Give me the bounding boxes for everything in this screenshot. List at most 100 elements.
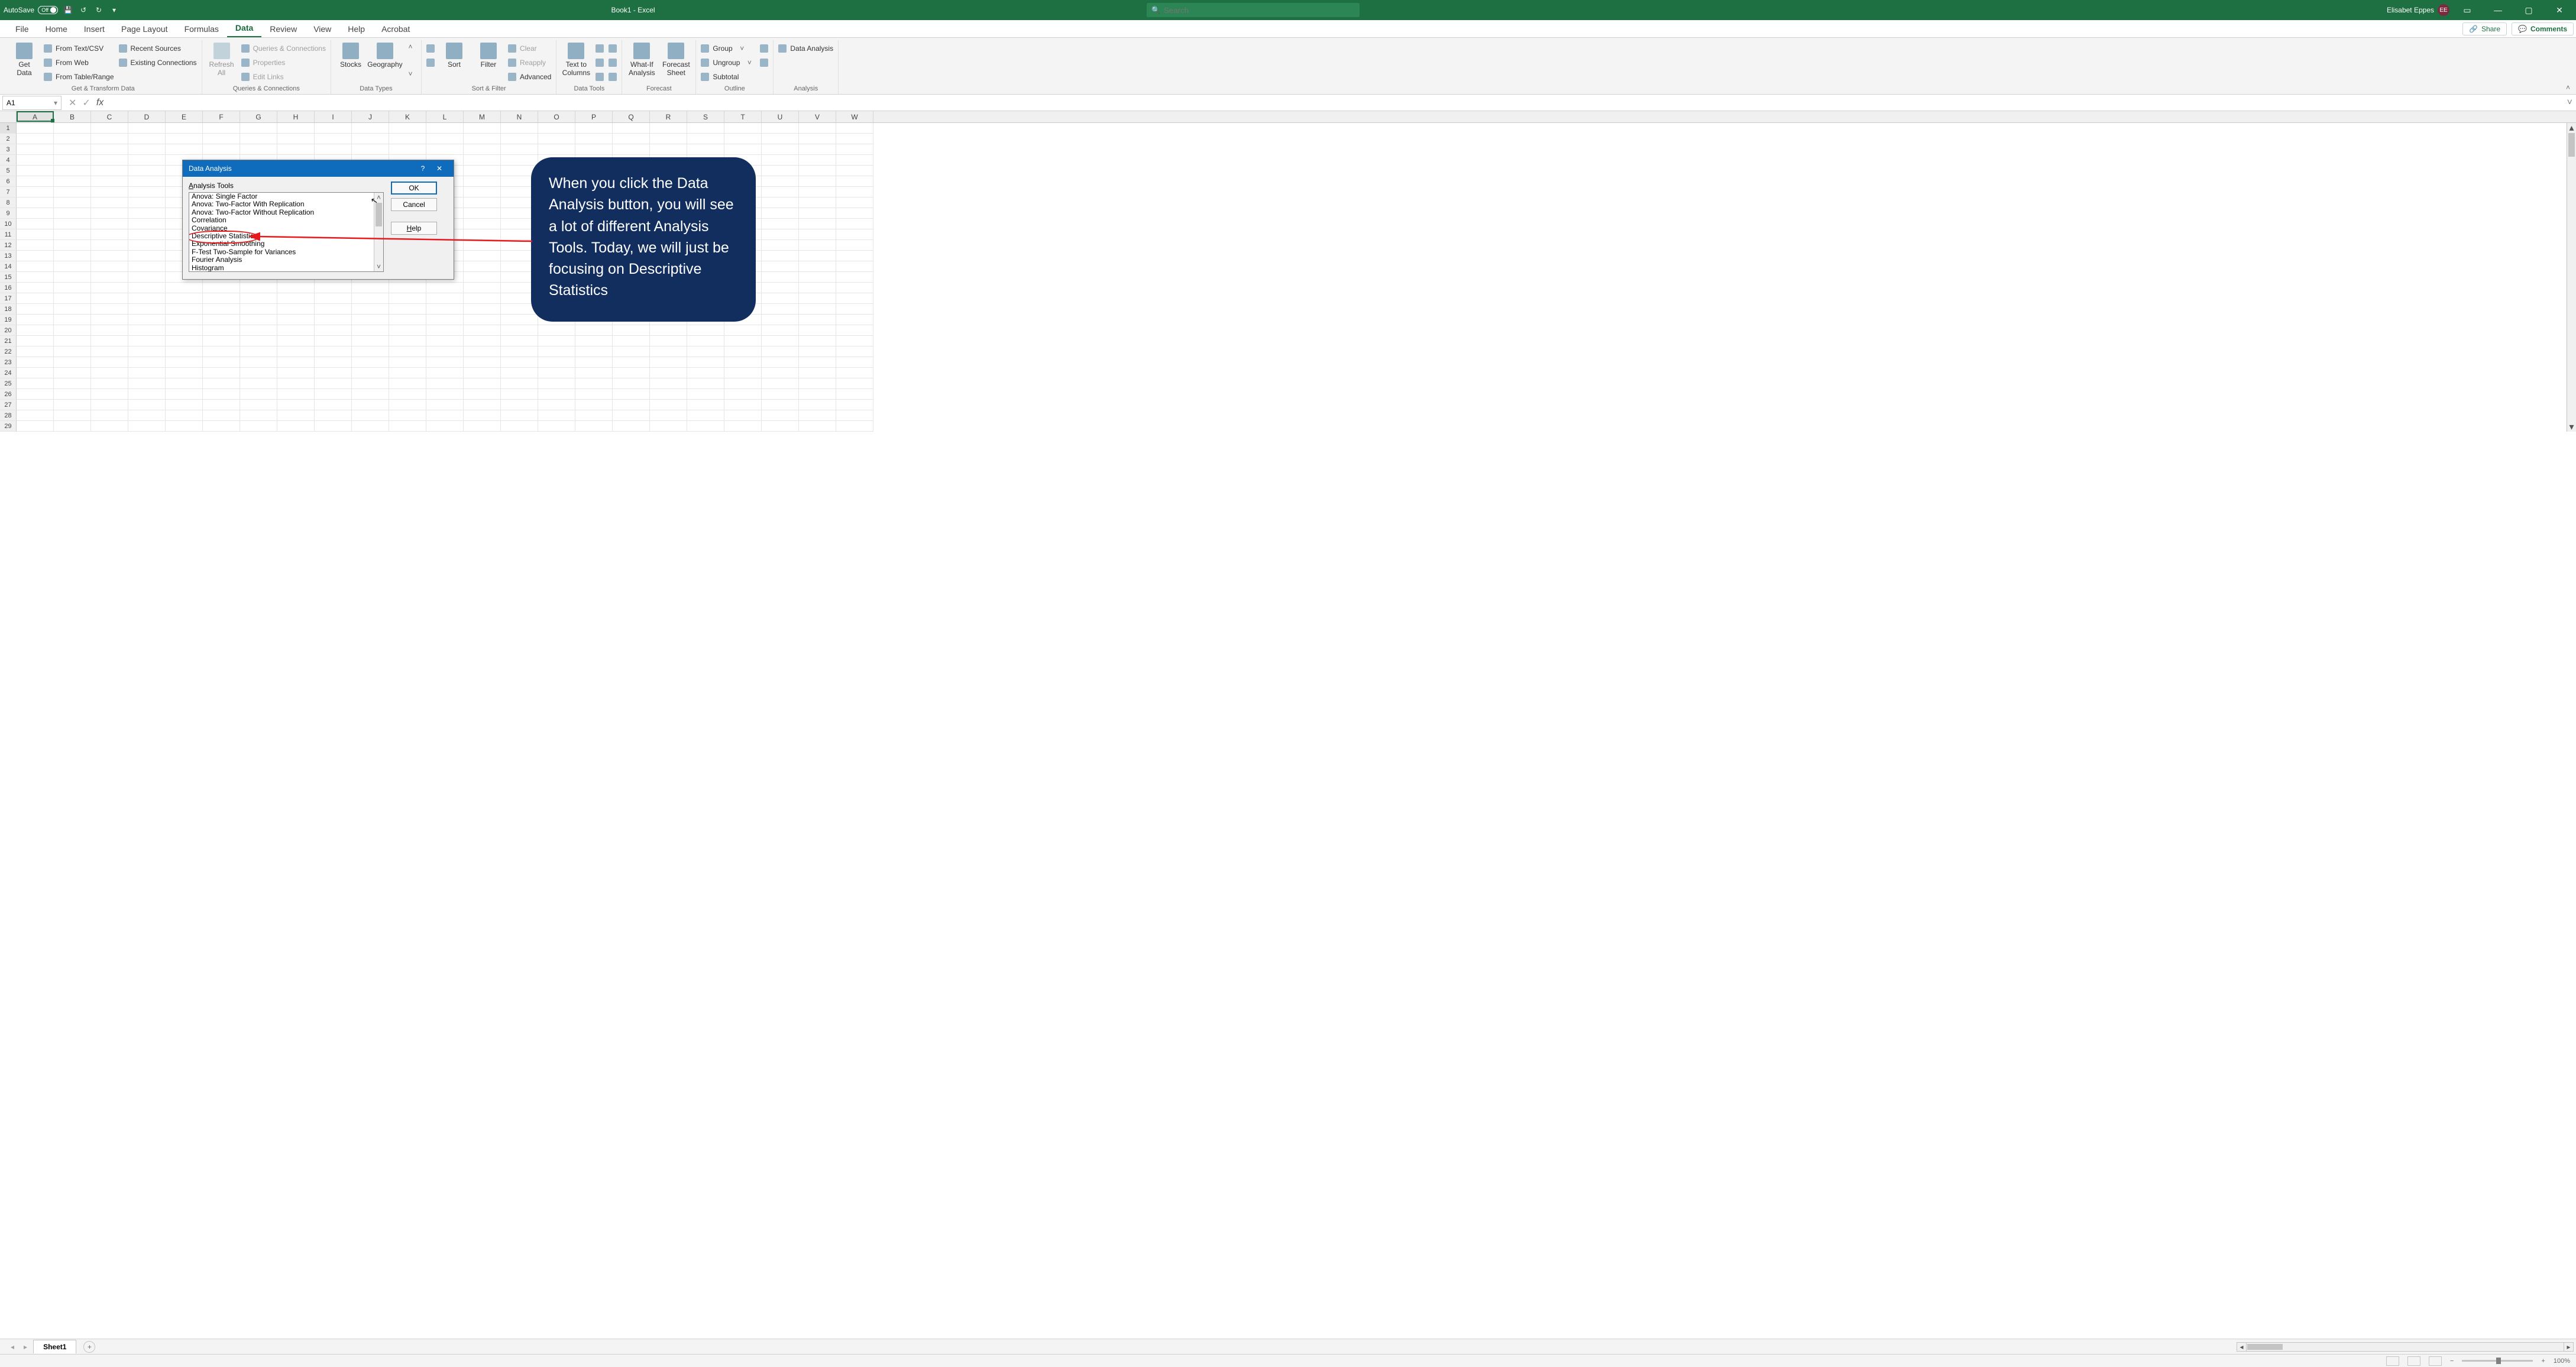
- cell[interactable]: [762, 378, 799, 389]
- row-header[interactable]: 17: [0, 293, 17, 304]
- scroll-left-icon[interactable]: ◂: [2237, 1343, 2247, 1351]
- cell[interactable]: [836, 123, 873, 134]
- cell[interactable]: [464, 325, 501, 336]
- column-header[interactable]: L: [426, 111, 464, 122]
- cell[interactable]: [836, 251, 873, 261]
- cell[interactable]: [240, 357, 277, 368]
- cell[interactable]: [128, 368, 166, 378]
- fx-icon[interactable]: fx: [96, 98, 103, 108]
- maximize-icon[interactable]: ▢: [2516, 0, 2542, 20]
- cell[interactable]: [91, 187, 128, 197]
- cell[interactable]: [464, 304, 501, 315]
- cell[interactable]: [687, 325, 724, 336]
- cell[interactable]: [836, 166, 873, 176]
- refresh-all-button[interactable]: Refresh All: [207, 43, 237, 77]
- cell[interactable]: [687, 346, 724, 357]
- sort-button[interactable]: Sort: [439, 43, 469, 69]
- cell[interactable]: [687, 378, 724, 389]
- cell[interactable]: [54, 187, 91, 197]
- row-header[interactable]: 13: [0, 251, 17, 261]
- ribbon-display-icon[interactable]: ▭: [2454, 0, 2480, 20]
- cell[interactable]: [203, 325, 240, 336]
- zoom-level[interactable]: 100%: [2554, 1358, 2570, 1365]
- sheet-nav-prev-icon[interactable]: ◂: [7, 1343, 18, 1351]
- cell[interactable]: [836, 155, 873, 166]
- cell[interactable]: [836, 283, 873, 293]
- cell[interactable]: [762, 219, 799, 229]
- cell[interactable]: [240, 123, 277, 134]
- cell[interactable]: [352, 293, 389, 304]
- cell[interactable]: [538, 144, 575, 155]
- cell[interactable]: [762, 240, 799, 251]
- cell[interactable]: [538, 421, 575, 432]
- cell[interactable]: [724, 368, 762, 378]
- cell[interactable]: [501, 346, 538, 357]
- row-header[interactable]: 8: [0, 197, 17, 208]
- column-header[interactable]: H: [277, 111, 315, 122]
- cell[interactable]: [426, 123, 464, 134]
- cell[interactable]: [389, 304, 426, 315]
- cell[interactable]: [17, 155, 54, 166]
- cell[interactable]: [762, 389, 799, 400]
- cell[interactable]: [315, 304, 352, 315]
- search-input[interactable]: [1164, 6, 1355, 15]
- cell[interactable]: [650, 346, 687, 357]
- save-icon[interactable]: 💾: [63, 5, 73, 15]
- cell[interactable]: [613, 389, 650, 400]
- cell[interactable]: [426, 315, 464, 325]
- cell[interactable]: [166, 389, 203, 400]
- relationships-button[interactable]: [609, 57, 617, 69]
- cell[interactable]: [799, 251, 836, 261]
- cell[interactable]: [464, 378, 501, 389]
- cell[interactable]: [538, 336, 575, 346]
- cell[interactable]: [799, 325, 836, 336]
- chevron-down-icon[interactable]: ▾: [54, 99, 57, 107]
- cell[interactable]: [426, 293, 464, 304]
- cell[interactable]: [128, 134, 166, 144]
- cell[interactable]: [17, 208, 54, 219]
- cell[interactable]: [836, 176, 873, 187]
- cell[interactable]: [54, 378, 91, 389]
- cell[interactable]: [762, 346, 799, 357]
- cell[interactable]: [352, 134, 389, 144]
- text-to-columns-button[interactable]: Text to Columns: [561, 43, 591, 77]
- cell[interactable]: [501, 421, 538, 432]
- cell[interactable]: [389, 315, 426, 325]
- cell[interactable]: [799, 144, 836, 155]
- minimize-icon[interactable]: —: [2485, 0, 2511, 20]
- cell[interactable]: [762, 368, 799, 378]
- cell[interactable]: [799, 134, 836, 144]
- cell[interactable]: [389, 283, 426, 293]
- cell[interactable]: [650, 389, 687, 400]
- cell[interactable]: [54, 219, 91, 229]
- cell[interactable]: [91, 219, 128, 229]
- stocks-button[interactable]: Stocks: [336, 43, 365, 69]
- cell[interactable]: [389, 368, 426, 378]
- tab-review[interactable]: Review: [261, 21, 305, 37]
- cell[interactable]: [128, 325, 166, 336]
- cell[interactable]: [17, 219, 54, 229]
- cell[interactable]: [277, 134, 315, 144]
- cell[interactable]: [315, 357, 352, 368]
- cell[interactable]: [17, 368, 54, 378]
- cell[interactable]: [203, 315, 240, 325]
- cell[interactable]: [762, 187, 799, 197]
- row-header[interactable]: 10: [0, 219, 17, 229]
- cell[interactable]: [166, 346, 203, 357]
- cell[interactable]: [277, 421, 315, 432]
- cell[interactable]: [54, 197, 91, 208]
- cell[interactable]: [724, 357, 762, 368]
- cell[interactable]: [203, 123, 240, 134]
- cell[interactable]: [799, 421, 836, 432]
- cell[interactable]: [501, 336, 538, 346]
- cell[interactable]: [91, 176, 128, 187]
- cell[interactable]: [240, 421, 277, 432]
- tab-acrobat[interactable]: Acrobat: [373, 21, 418, 37]
- cell[interactable]: [836, 336, 873, 346]
- cell[interactable]: [128, 400, 166, 410]
- subtotal-button[interactable]: Subtotal: [701, 71, 755, 83]
- cell[interactable]: [352, 123, 389, 134]
- cell[interactable]: [54, 134, 91, 144]
- cell[interactable]: [799, 357, 836, 368]
- cell[interactable]: [315, 144, 352, 155]
